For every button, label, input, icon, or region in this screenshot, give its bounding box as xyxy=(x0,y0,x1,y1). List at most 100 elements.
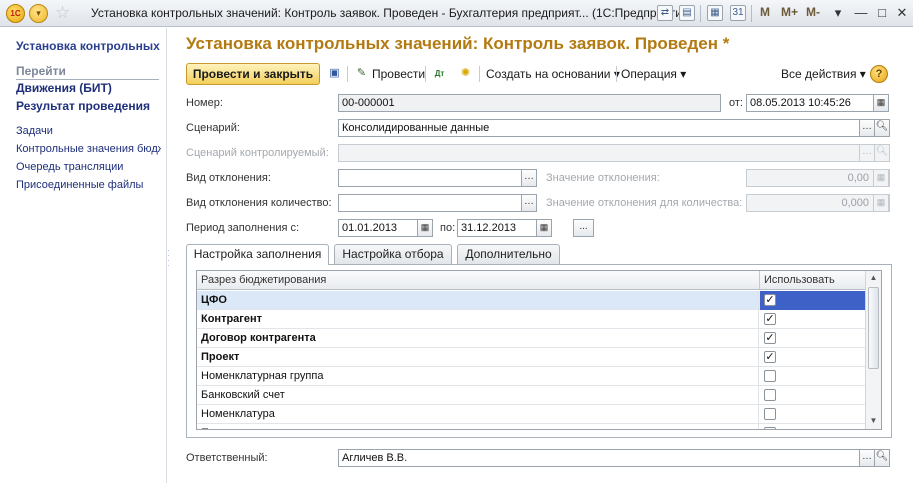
calendar-icon[interactable]: ▦ xyxy=(873,94,889,112)
use-cell[interactable]: ✓ xyxy=(760,310,865,329)
dimension-cell[interactable]: ЦФО xyxy=(197,291,759,310)
dimension-cell[interactable]: Проект xyxy=(197,348,759,367)
search-icon[interactable]: 🔍︎ xyxy=(874,119,890,137)
scenario-label: Сценарий: xyxy=(186,122,240,134)
sidebar-item-tasks[interactable]: Задачи xyxy=(16,125,161,137)
main-menu-icon[interactable]: ▾ xyxy=(29,4,48,23)
minimize-button[interactable]: — xyxy=(850,3,872,23)
sidebar-item-posting-result[interactable]: Результат проведения xyxy=(16,99,150,113)
post-button[interactable]: Провести xyxy=(372,67,425,81)
column-header-use[interactable]: Использовать xyxy=(760,271,865,290)
all-actions-menu[interactable]: Все действия ▾ xyxy=(781,67,866,81)
responsible-field[interactable]: Агличев В.В. xyxy=(338,449,860,467)
date-field[interactable]: 08.05.2013 10:45:26 xyxy=(746,94,874,112)
lightbulb-icon[interactable]: ✺ xyxy=(457,65,474,82)
dimension-cell[interactable]: Банковский счет xyxy=(197,386,759,405)
use-cell[interactable] xyxy=(760,424,865,429)
minimize-icon[interactable]: ▾ xyxy=(827,3,849,23)
maximize-button[interactable]: □ xyxy=(871,3,893,23)
use-checkbox[interactable] xyxy=(764,408,776,420)
scroll-down-icon[interactable]: ▼ xyxy=(866,414,881,428)
dimension-cell[interactable]: Контрагент xyxy=(197,310,759,329)
calendar-icon[interactable]: 31 xyxy=(730,5,746,21)
dimension-cell[interactable]: Номенклатурная группа xyxy=(197,367,759,386)
use-cell[interactable]: ✓ xyxy=(760,291,865,310)
select-dots-icon[interactable]: … xyxy=(859,119,875,137)
use-cell[interactable]: ✓ xyxy=(760,329,865,348)
search-icon: 🔍︎ xyxy=(874,144,890,162)
tab-additional[interactable]: Дополнительно xyxy=(457,244,560,264)
sidebar-item-translation-queue[interactable]: Очередь трансляции xyxy=(16,161,161,173)
select-dots-icon[interactable]: … xyxy=(859,449,875,467)
table-row[interactable]: Контрагент ✓ xyxy=(197,310,865,329)
calculator-icon: ▦ xyxy=(873,169,889,187)
logo-icon[interactable]: 1С xyxy=(6,4,25,23)
column-header-dimension[interactable]: Разрез бюджетирования xyxy=(197,271,760,290)
use-cell[interactable] xyxy=(760,405,865,424)
scenario-field[interactable]: Консолидированные данные xyxy=(338,119,860,137)
sidebar-item-movements[interactable]: Движения (БИТ) xyxy=(16,81,112,95)
period-select-button[interactable]: ... xyxy=(573,219,594,237)
use-checkbox[interactable]: ✓ xyxy=(764,351,776,363)
tab-filter-settings[interactable]: Настройка отбора xyxy=(334,244,452,264)
table-row[interactable]: ЦФО ✓ xyxy=(197,291,865,310)
controlled-scenario-label: Сценарий контролируемый: xyxy=(186,147,329,159)
post-and-close-button[interactable]: Провести и закрыть xyxy=(186,63,320,85)
use-cell[interactable] xyxy=(760,386,865,405)
use-checkbox[interactable] xyxy=(764,389,776,401)
memory-mplus-button[interactable]: M+ xyxy=(781,5,798,19)
memory-m-button[interactable]: M xyxy=(760,5,770,19)
dimension-cell[interactable]: Номенклатура xyxy=(197,405,759,424)
memory-mminus-button[interactable]: M- xyxy=(806,5,820,19)
select-dots-icon[interactable]: … xyxy=(521,194,537,212)
navigation-panel: Установка контрольных значений Перейти Д… xyxy=(0,28,167,483)
window-title: Установка контрольных значений: Контроль… xyxy=(91,6,693,20)
use-checkbox[interactable] xyxy=(764,370,776,382)
use-cell[interactable] xyxy=(760,367,865,386)
table-scrollbar[interactable]: ▲ ▼ xyxy=(865,271,881,429)
use-cell[interactable]: ✓ xyxy=(760,348,865,367)
deviation-qty-type-field[interactable] xyxy=(338,194,522,212)
use-checkbox[interactable]: ✓ xyxy=(764,313,776,325)
post-icon[interactable]: ✎ xyxy=(353,65,370,82)
sidebar-item-attached-files[interactable]: Присоединенные файлы xyxy=(16,179,161,191)
calendar-icon[interactable]: ▦ xyxy=(417,219,433,237)
close-button[interactable]: ✕ xyxy=(891,3,913,23)
table-row[interactable]: Номенклатура xyxy=(197,405,865,424)
table-row[interactable]: Банковский счет xyxy=(197,386,865,405)
use-checkbox[interactable] xyxy=(764,427,776,429)
save-icon[interactable]: ▣ xyxy=(326,65,343,82)
table-row[interactable]: Номенклатурная группа xyxy=(197,367,865,386)
budget-dimensions-table[interactable]: Разрез бюджетирования Использовать ЦФО ✓ К… xyxy=(196,270,882,430)
sidebar-item-control-values[interactable]: Контрольные значения бюджета xyxy=(16,143,161,155)
table-row[interactable]: Проект ✓ xyxy=(197,348,865,367)
help-icon[interactable]: ? xyxy=(870,65,888,83)
use-checkbox[interactable]: ✓ xyxy=(764,294,776,306)
sidebar-title[interactable]: Установка контрольных значений xyxy=(16,39,161,53)
arrow-icon[interactable]: ⇄ xyxy=(657,5,673,21)
select-dots-icon[interactable]: … xyxy=(521,169,537,187)
calculator-icon[interactable]: ▦ xyxy=(707,5,723,21)
search-icon[interactable]: 🔍︎ xyxy=(874,449,890,467)
period-to-field[interactable]: 31.12.2013 xyxy=(457,219,537,237)
panel-splitter[interactable]: · · · · xyxy=(167,247,170,270)
number-field[interactable]: 00-000001 xyxy=(338,94,721,112)
dimension-cell[interactable]: Договор контрагента xyxy=(197,329,759,348)
document-icon[interactable]: ▤ xyxy=(679,5,695,21)
favorite-star-icon[interactable]: ☆ xyxy=(55,3,70,23)
table-row[interactable]: Договор контрагента ✓ xyxy=(197,329,865,348)
operation-menu[interactable]: Операция ▾ xyxy=(621,67,686,81)
sidebar-goto-header: Перейти xyxy=(16,64,159,80)
tab-fill-settings[interactable]: Настройка заполнения xyxy=(186,244,329,265)
separator xyxy=(425,66,426,82)
use-checkbox[interactable]: ✓ xyxy=(764,332,776,344)
scroll-thumb[interactable] xyxy=(868,287,879,369)
period-from-field[interactable]: 01.01.2013 xyxy=(338,219,418,237)
dimension-cell[interactable]: Подразделение xyxy=(197,424,759,429)
calendar-icon[interactable]: ▦ xyxy=(536,219,552,237)
create-based-on-menu[interactable]: Создать на основании ▾ xyxy=(486,67,620,81)
dt-kt-icon[interactable]: Дт xyxy=(431,65,448,82)
table-row[interactable]: Подразделение xyxy=(197,424,865,429)
deviation-type-field[interactable] xyxy=(338,169,522,187)
scroll-up-icon[interactable]: ▲ xyxy=(866,271,881,285)
